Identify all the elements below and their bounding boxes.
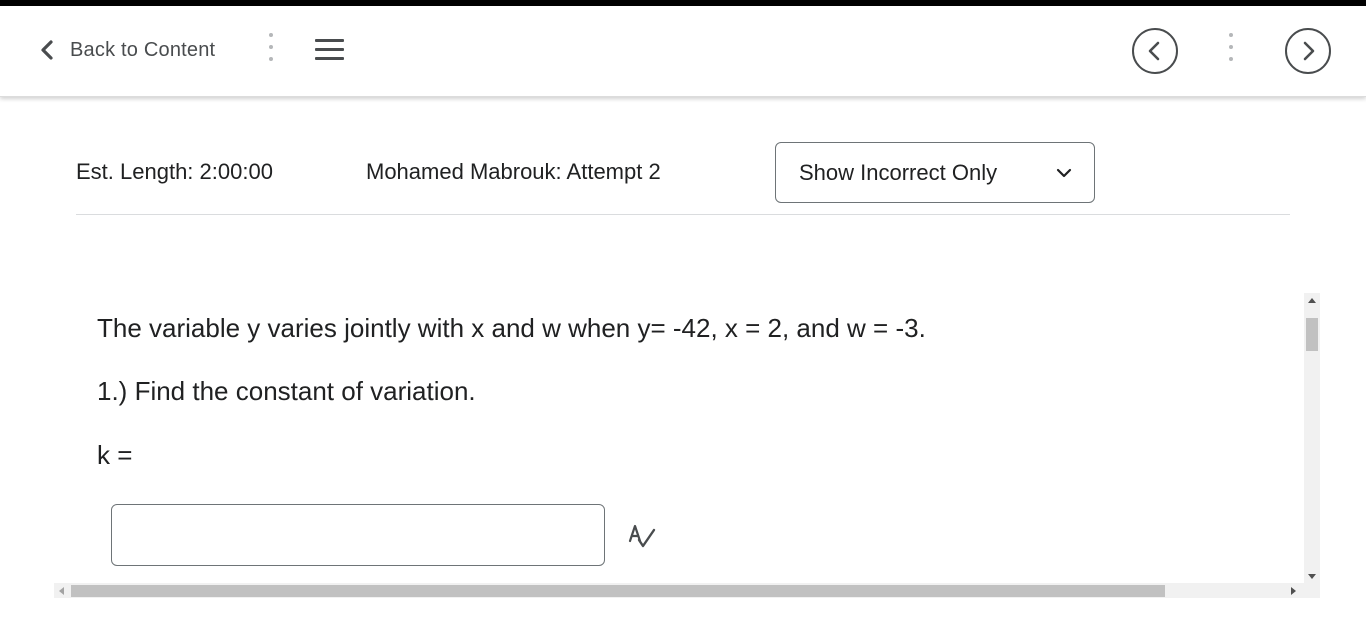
scroll-up-icon[interactable] — [1308, 298, 1316, 303]
more-vertical-icon — [268, 33, 274, 69]
answer-label: k = — [97, 440, 133, 470]
question-text: The variable y varies jointly with x and… — [97, 313, 926, 343]
scroll-right-icon[interactable] — [1291, 587, 1296, 595]
chevron-down-icon — [1056, 168, 1072, 178]
filter-select[interactable]: Show Incorrect Only — [775, 142, 1095, 203]
chevron-right-icon — [1303, 41, 1315, 61]
navigation-bar: Back to Content — [0, 6, 1366, 97]
chevron-left-icon — [41, 40, 53, 60]
menu-icon[interactable] — [315, 39, 344, 61]
more-vertical-icon — [1228, 33, 1234, 69]
next-button[interactable] — [1285, 28, 1331, 74]
horizontal-scrollbar[interactable] — [54, 583, 1320, 598]
estimated-length: Est. Length: 2:00:00 — [76, 159, 273, 184]
back-to-content-link[interactable]: Back to Content — [38, 36, 215, 64]
quiz-info-row: Est. Length: 2:00:00 Mohamed Mabrouk: At… — [76, 142, 1290, 215]
attempt-label: Mohamed Mabrouk: Attempt 2 — [366, 159, 661, 184]
answer-input[interactable] — [111, 504, 605, 566]
question-part: 1.) Find the constant of variation. — [97, 376, 476, 406]
horizontal-scroll-thumb[interactable] — [71, 585, 1165, 597]
spell-check-icon[interactable] — [627, 521, 657, 551]
chevron-left-icon — [1148, 41, 1160, 61]
vertical-scroll-thumb[interactable] — [1306, 318, 1318, 351]
back-to-content-label: Back to Content — [70, 38, 216, 61]
filter-selected-value: Show Incorrect Only — [799, 160, 998, 185]
question-frame: The variable y varies jointly with x and… — [54, 293, 1322, 599]
vertical-scrollbar[interactable] — [1304, 293, 1320, 583]
scroll-down-icon[interactable] — [1308, 574, 1316, 579]
scroll-left-icon[interactable] — [59, 587, 64, 595]
previous-button[interactable] — [1132, 28, 1178, 74]
